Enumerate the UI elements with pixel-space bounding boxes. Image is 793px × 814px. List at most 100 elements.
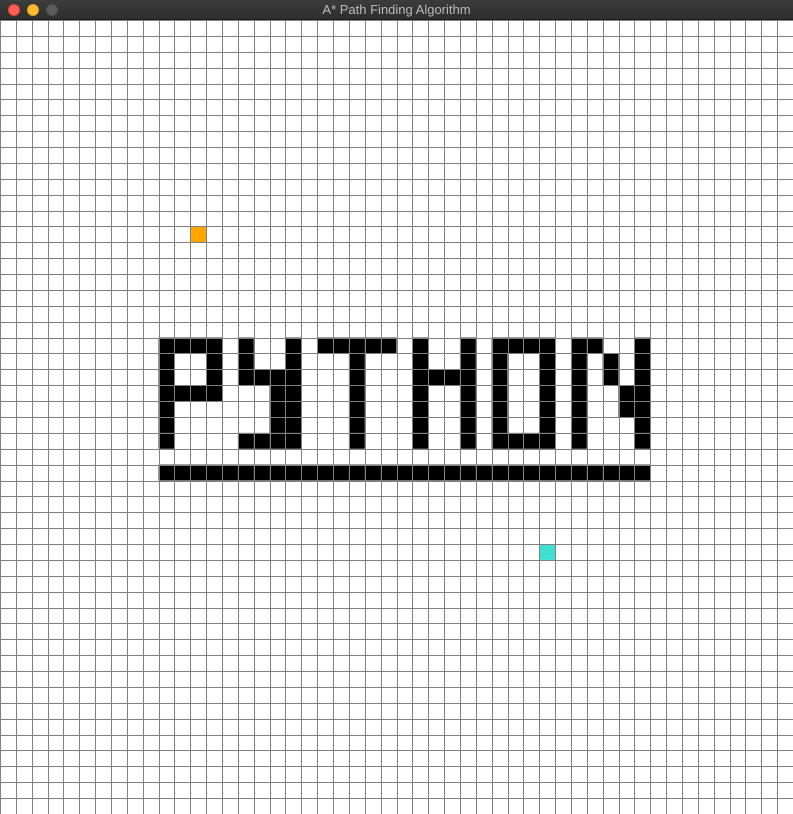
barrier-cell[interactable] — [602, 369, 619, 386]
barrier-cell[interactable] — [269, 401, 286, 417]
barrier-cell[interactable] — [253, 464, 270, 481]
barrier-cell[interactable] — [412, 385, 429, 402]
barrier-cell[interactable] — [269, 417, 286, 433]
barrier-cell[interactable] — [317, 337, 334, 354]
barrier-cell[interactable] — [333, 337, 349, 354]
barrier-cell[interactable] — [586, 337, 603, 354]
barrier-cell[interactable] — [158, 337, 175, 354]
barrier-cell[interactable] — [269, 385, 286, 402]
barrier-cell[interactable] — [190, 385, 207, 402]
barrier-cell[interactable] — [285, 417, 302, 433]
barrier-cell[interactable] — [380, 337, 397, 354]
barrier-cell[interactable] — [269, 464, 286, 481]
barrier-cell[interactable] — [444, 464, 460, 481]
barrier-cell[interactable] — [459, 369, 476, 386]
barrier-cell[interactable] — [634, 464, 651, 481]
barrier-cell[interactable] — [364, 464, 381, 481]
barrier-cell[interactable] — [539, 369, 556, 386]
barrier-cell[interactable] — [285, 337, 302, 354]
barrier-cell[interactable] — [333, 464, 349, 481]
barrier-cell[interactable] — [285, 385, 302, 402]
barrier-cell[interactable] — [539, 432, 556, 449]
barrier-cell[interactable] — [491, 401, 508, 417]
barrier-cell[interactable] — [253, 432, 270, 449]
barrier-cell[interactable] — [269, 432, 286, 449]
barrier-cell[interactable] — [158, 385, 175, 402]
barrier-cell[interactable] — [491, 432, 508, 449]
barrier-cell[interactable] — [348, 401, 365, 417]
barrier-cell[interactable] — [618, 401, 635, 417]
barrier-cell[interactable] — [412, 337, 429, 354]
barrier-cell[interactable] — [158, 464, 175, 481]
barrier-cell[interactable] — [237, 369, 254, 386]
barrier-cell[interactable] — [539, 353, 556, 370]
barrier-cell[interactable] — [459, 385, 476, 402]
barrier-cell[interactable] — [570, 353, 587, 370]
barrier-cell[interactable] — [348, 432, 365, 449]
barrier-cell[interactable] — [634, 337, 651, 354]
barrier-cell[interactable] — [317, 464, 334, 481]
barrier-cell[interactable] — [507, 464, 524, 481]
barrier-cell[interactable] — [253, 369, 270, 386]
barrier-cell[interactable] — [459, 432, 476, 449]
barrier-cell[interactable] — [206, 385, 223, 402]
barrier-cell[interactable] — [459, 417, 476, 433]
barrier-cell[interactable] — [222, 464, 238, 481]
barrier-cell[interactable] — [428, 369, 445, 386]
barrier-cell[interactable] — [237, 337, 254, 354]
barrier-cell[interactable] — [348, 417, 365, 433]
barrier-cell[interactable] — [602, 464, 619, 481]
barrier-cell[interactable] — [634, 353, 651, 370]
barrier-cell[interactable] — [539, 464, 556, 481]
barrier-cell[interactable] — [459, 464, 476, 481]
barrier-cell[interactable] — [348, 337, 365, 354]
barrier-cell[interactable] — [618, 464, 635, 481]
barrier-cell[interactable] — [539, 337, 556, 354]
barrier-cell[interactable] — [380, 464, 397, 481]
barrier-cell[interactable] — [348, 369, 365, 386]
barrier-cell[interactable] — [634, 417, 651, 433]
barrier-cell[interactable] — [206, 353, 223, 370]
barrier-cell[interactable] — [412, 401, 429, 417]
barrier-cell[interactable] — [586, 464, 603, 481]
barrier-cell[interactable] — [237, 464, 254, 481]
barrier-cell[interactable] — [459, 401, 476, 417]
barrier-cell[interactable] — [348, 464, 365, 481]
barrier-cell[interactable] — [158, 401, 175, 417]
barrier-cell[interactable] — [285, 353, 302, 370]
barrier-cell[interactable] — [491, 337, 508, 354]
barrier-cell[interactable] — [285, 464, 302, 481]
barrier-cell[interactable] — [634, 401, 651, 417]
barrier-cell[interactable] — [348, 353, 365, 370]
barrier-cell[interactable] — [539, 401, 556, 417]
barrier-cell[interactable] — [285, 401, 302, 417]
pathfinding-grid[interactable] — [0, 20, 793, 814]
barrier-cell[interactable] — [412, 353, 429, 370]
start-node[interactable] — [190, 226, 207, 243]
barrier-cell[interactable] — [237, 353, 254, 370]
barrier-cell[interactable] — [158, 432, 175, 449]
barrier-cell[interactable] — [523, 432, 540, 449]
barrier-cell[interactable] — [158, 369, 175, 386]
barrier-cell[interactable] — [491, 369, 508, 386]
barrier-cell[interactable] — [507, 337, 524, 354]
barrier-cell[interactable] — [364, 337, 381, 354]
barrier-cell[interactable] — [491, 417, 508, 433]
barrier-cell[interactable] — [570, 417, 587, 433]
barrier-cell[interactable] — [570, 464, 587, 481]
barrier-cell[interactable] — [158, 353, 175, 370]
barrier-cell[interactable] — [602, 353, 619, 370]
barrier-cell[interactable] — [174, 385, 191, 402]
barrier-cell[interactable] — [523, 464, 540, 481]
barrier-cell[interactable] — [412, 432, 429, 449]
barrier-cell[interactable] — [190, 464, 207, 481]
barrier-cell[interactable] — [523, 337, 540, 354]
barrier-cell[interactable] — [634, 385, 651, 402]
barrier-cell[interactable] — [491, 353, 508, 370]
barrier-cell[interactable] — [237, 432, 254, 449]
barrier-cell[interactable] — [570, 337, 587, 354]
barrier-cell[interactable] — [459, 353, 476, 370]
barrier-cell[interactable] — [491, 385, 508, 402]
barrier-cell[interactable] — [206, 337, 223, 354]
barrier-cell[interactable] — [206, 464, 223, 481]
